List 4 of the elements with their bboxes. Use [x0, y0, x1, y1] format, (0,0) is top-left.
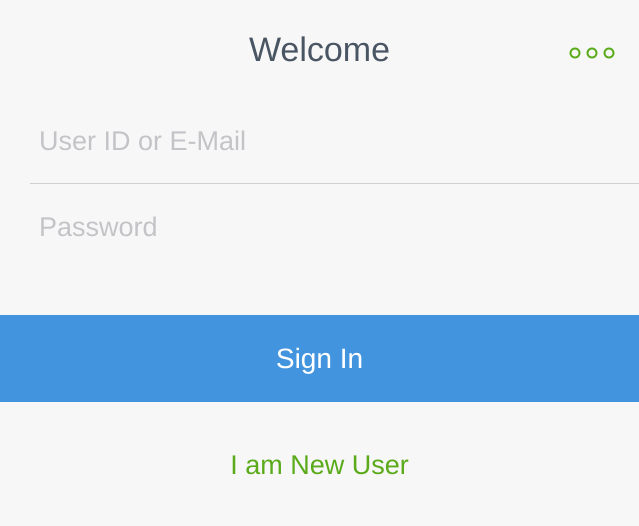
page-title: Welcome [248, 30, 390, 70]
more-icon[interactable] [569, 47, 615, 59]
sign-in-button[interactable]: Sign In [0, 315, 639, 402]
new-user-link[interactable]: I am New User [230, 450, 409, 481]
